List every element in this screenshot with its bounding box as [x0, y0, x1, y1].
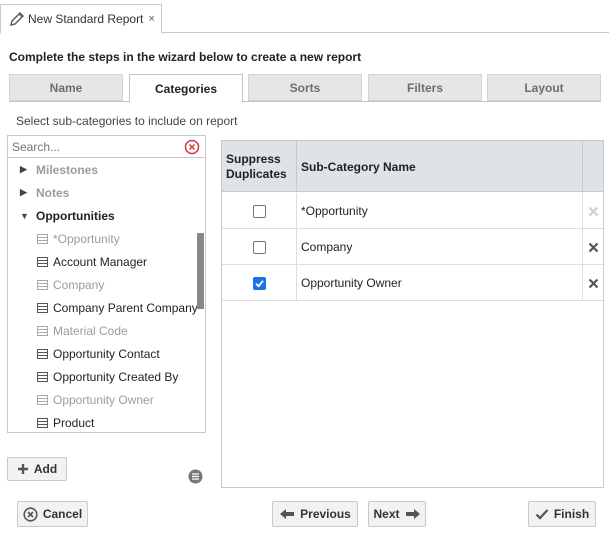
document-tab[interactable]: New Standard Report × [0, 4, 162, 34]
clear-search-icon[interactable] [184, 139, 200, 155]
remove-icon[interactable] [588, 278, 599, 289]
finish-button-label: Finish [553, 507, 590, 521]
suppress-cell [222, 229, 297, 265]
tab-layout[interactable]: Layout [487, 74, 601, 101]
remove-disabled-icon [588, 206, 598, 216]
subcategory-name-cell: Opportunity Owner [297, 265, 583, 301]
tree-item-label: Account Manager [53, 254, 148, 269]
tree-item-label: Opportunity Created By [53, 369, 179, 384]
grid-header: Suppress Duplicates Sub-Category Name [222, 141, 603, 192]
tree-item[interactable]: Account Manager [37, 250, 147, 273]
remove-cell [583, 229, 603, 265]
table-icon [37, 302, 48, 313]
finish-button[interactable]: Finish [528, 501, 596, 527]
suppress-cell [222, 265, 297, 301]
table-icon [37, 371, 48, 382]
suppress-checkbox-checked[interactable] [252, 276, 266, 290]
tree-item[interactable]: Opportunity Owner [37, 388, 154, 411]
tree-item-label: Company Parent Company [53, 300, 198, 315]
remove-icon[interactable] [588, 242, 599, 253]
table-icon [37, 394, 48, 405]
tree-item[interactable]: Opportunity Contact [37, 342, 160, 365]
tab-filters[interactable]: Filters [368, 74, 482, 101]
tree-item[interactable]: Opportunity Created By [37, 365, 178, 388]
tab-categories[interactable]: Categories [129, 74, 243, 103]
table-icon [37, 417, 48, 428]
suppress-cell [222, 193, 297, 229]
next-button-label: Next [373, 507, 400, 521]
tab-sorts[interactable]: Sorts [248, 74, 362, 101]
pencil-icon [10, 12, 24, 26]
suppress-checkbox[interactable] [252, 204, 266, 218]
tree-item[interactable]: Company [37, 273, 104, 296]
chevron-down-icon[interactable]: ▼ [20, 211, 32, 221]
tree-item-label: Material Code [53, 323, 128, 338]
previous-button[interactable]: Previous [272, 501, 358, 527]
tree-item[interactable]: *Opportunity [37, 227, 120, 250]
actions-header [583, 141, 603, 192]
previous-button-label: Previous [300, 507, 351, 521]
suppress-checkbox[interactable] [252, 240, 266, 254]
subcategory-name-cell: Company [297, 229, 583, 265]
grid-row[interactable]: *Opportunity [222, 193, 603, 229]
tree-category-label: Notes [36, 185, 70, 200]
grid-row[interactable]: Opportunity Owner [222, 265, 603, 301]
tree-item[interactable]: Company Parent Company [37, 296, 198, 319]
tree-category-opportunities[interactable]: ▼ Opportunities [20, 204, 115, 227]
selected-subcategories-grid: Suppress Duplicates Sub-Category Name *O… [221, 140, 604, 488]
table-icon [37, 279, 48, 290]
table-icon [37, 348, 48, 359]
wizard-instruction: Complete the steps in the wizard below t… [9, 50, 362, 64]
tree-category-milestones[interactable]: ▶ Milestones [20, 158, 98, 181]
remove-cell [583, 193, 603, 229]
tree-category-notes[interactable]: ▶ Notes [20, 181, 69, 204]
suppress-header-line2: Duplicates [226, 166, 287, 181]
tab-name[interactable]: Name [9, 74, 123, 101]
tree-item-label: Product [53, 415, 95, 430]
close-tab-icon[interactable]: × [148, 13, 154, 25]
subcategory-name-header[interactable]: Sub-Category Name [297, 141, 583, 192]
list-options-icon[interactable] [188, 469, 203, 484]
suppress-header-line1: Suppress [226, 151, 281, 166]
chevron-right-icon[interactable]: ▶ [20, 187, 32, 198]
tree-category-label: Milestones [36, 162, 99, 177]
tree-item[interactable]: Material Code [37, 319, 128, 342]
document-tab-title: New Standard Report [28, 12, 144, 26]
cancel-button-label: Cancel [42, 507, 83, 521]
suppress-duplicates-header[interactable]: Suppress Duplicates [222, 141, 297, 192]
wizard-tabs: Name Categories Sorts Filters Layout [9, 74, 601, 103]
subcategory-search [7, 135, 206, 158]
remove-cell [583, 265, 603, 301]
categories-subtitle: Select sub-categories to include on repo… [16, 114, 238, 128]
subcategory-tree[interactable]: ▶ Milestones ▶ Notes ▼ Opportunities *Op… [7, 158, 206, 433]
arrow-right-icon [405, 509, 420, 519]
tree-item[interactable]: Product [37, 411, 95, 432]
table-icon [37, 256, 48, 267]
add-button-label: Add [33, 462, 58, 476]
tree-category-label: Opportunities [36, 208, 115, 223]
search-input[interactable] [8, 136, 178, 157]
tree-scrollbar[interactable] [197, 233, 204, 309]
document-tab-bar: New Standard Report × [0, 0, 609, 34]
subcategory-name-cell: *Opportunity [297, 193, 583, 229]
next-button[interactable]: Next [368, 501, 426, 527]
chevron-right-icon[interactable]: ▶ [20, 164, 32, 175]
checkmark-icon [254, 279, 264, 288]
cancel-button[interactable]: Cancel [17, 501, 88, 527]
tree-item-label: *Opportunity [53, 231, 120, 246]
arrow-left-icon [280, 509, 295, 519]
add-button[interactable]: Add [7, 457, 67, 481]
table-icon [37, 325, 48, 336]
checkmark-icon [535, 509, 549, 520]
tree-item-label: Opportunity Contact [53, 346, 160, 361]
table-icon [37, 233, 48, 244]
tree-item-label: Company [53, 277, 105, 292]
plus-icon [17, 464, 28, 474]
tree-item-label: Opportunity Owner [53, 392, 154, 407]
grid-row[interactable]: Company [222, 229, 603, 265]
cancel-circle-icon [23, 506, 38, 522]
tab-divider [9, 101, 601, 102]
